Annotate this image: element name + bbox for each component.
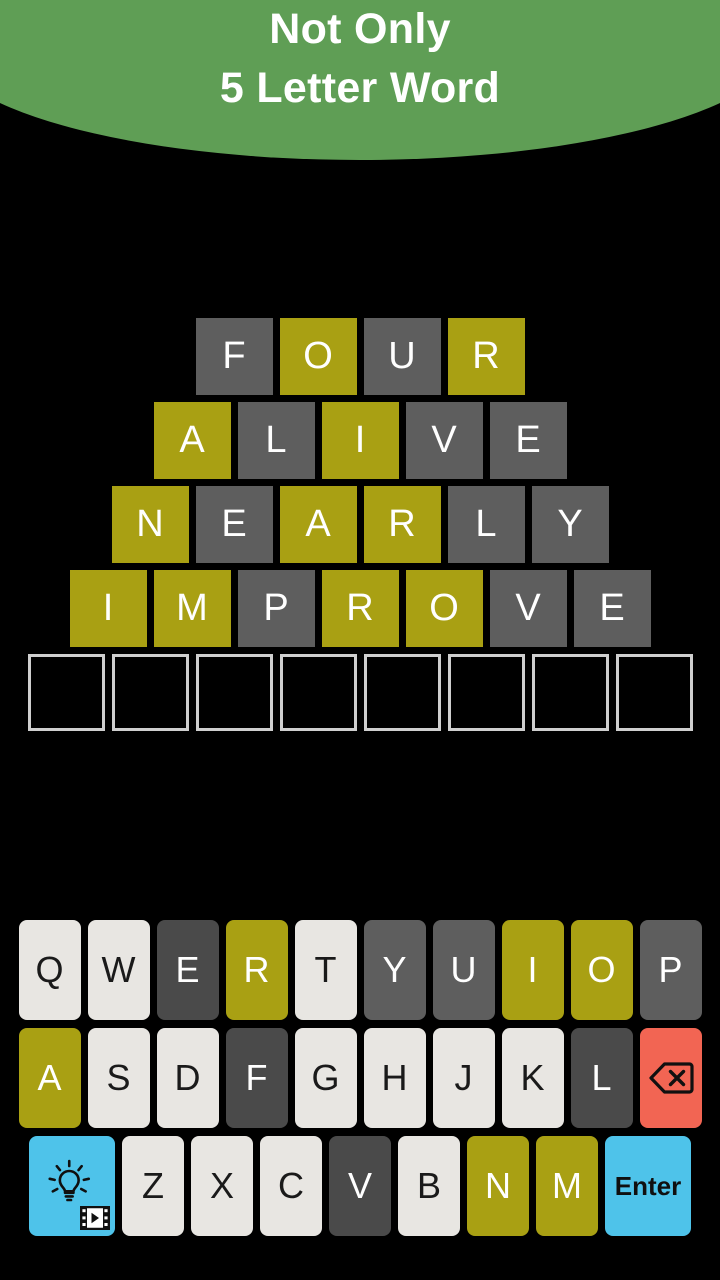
key-n[interactable]: N xyxy=(467,1136,529,1236)
board-tile-empty xyxy=(363,654,441,731)
hint-key[interactable] xyxy=(29,1136,115,1236)
on-screen-keyboard: Q W E R T Y U I O P A S D F G H J K L Z X C V B N M Enter xyxy=(0,920,720,1236)
key-b[interactable]: B xyxy=(398,1136,460,1236)
board-tile: O xyxy=(279,318,357,395)
board-tile: P xyxy=(237,570,315,647)
board-tile-empty xyxy=(111,654,189,731)
board-tile-empty xyxy=(27,654,105,731)
key-l[interactable]: L xyxy=(570,1028,633,1128)
board-tile: I xyxy=(69,570,147,647)
page-title: Not Only 5 Letter Word xyxy=(219,5,501,113)
key-f[interactable]: F xyxy=(225,1028,288,1128)
board-row: NEARLY xyxy=(111,486,609,563)
board-tile: E xyxy=(195,486,273,563)
key-t[interactable]: T xyxy=(294,920,357,1020)
board-tile: M xyxy=(153,570,231,647)
board-tile: U xyxy=(363,318,441,395)
board-tile: N xyxy=(111,486,189,563)
board-row xyxy=(27,654,693,731)
key-c[interactable]: C xyxy=(260,1136,322,1236)
board-tile: V xyxy=(405,402,483,479)
key-j[interactable]: J xyxy=(432,1028,495,1128)
key-q[interactable]: Q xyxy=(18,920,81,1020)
board-tile: V xyxy=(489,570,567,647)
board-tile: Y xyxy=(531,486,609,563)
enter-key[interactable]: Enter xyxy=(605,1136,691,1236)
board-row: ALIVE xyxy=(153,402,567,479)
key-p[interactable]: P xyxy=(639,920,702,1020)
word-board: FOURALIVENEARLYIMPROVE xyxy=(0,318,720,731)
key-y[interactable]: Y xyxy=(363,920,426,1020)
keyboard-row: Z X C V B N M Enter xyxy=(29,1136,691,1236)
key-d[interactable]: D xyxy=(156,1028,219,1128)
board-tile: A xyxy=(153,402,231,479)
key-w[interactable]: W xyxy=(87,920,150,1020)
board-tile-empty xyxy=(279,654,357,731)
key-z[interactable]: Z xyxy=(122,1136,184,1236)
board-tile-empty xyxy=(195,654,273,731)
board-tile: O xyxy=(405,570,483,647)
key-s[interactable]: S xyxy=(87,1028,150,1128)
backspace-key[interactable] xyxy=(639,1028,702,1128)
key-r[interactable]: R xyxy=(225,920,288,1020)
keyboard-row: ASDFGHJKL xyxy=(18,1028,702,1128)
board-row: IMPROVE xyxy=(69,570,651,647)
key-e[interactable]: E xyxy=(156,920,219,1020)
key-x[interactable]: X xyxy=(191,1136,253,1236)
key-i[interactable]: I xyxy=(501,920,564,1020)
board-tile: E xyxy=(573,570,651,647)
key-g[interactable]: G xyxy=(294,1028,357,1128)
key-u[interactable]: U xyxy=(432,920,495,1020)
board-tile: F xyxy=(195,318,273,395)
board-tile-empty xyxy=(615,654,693,731)
board-tile: L xyxy=(447,486,525,563)
board-tile: R xyxy=(363,486,441,563)
board-tile: E xyxy=(489,402,567,479)
video-film-icon xyxy=(80,1206,110,1230)
key-v[interactable]: V xyxy=(329,1136,391,1236)
board-tile: I xyxy=(321,402,399,479)
app-header: Not Only 5 Letter Word xyxy=(0,0,720,160)
board-tile-empty xyxy=(447,654,525,731)
board-tile-empty xyxy=(531,654,609,731)
key-a[interactable]: A xyxy=(18,1028,81,1128)
key-h[interactable]: H xyxy=(363,1028,426,1128)
board-tile: L xyxy=(237,402,315,479)
keyboard-row: QWERTYUIOP xyxy=(18,920,702,1020)
key-k[interactable]: K xyxy=(501,1028,564,1128)
lightbulb-icon xyxy=(48,1159,91,1202)
board-row: FOUR xyxy=(195,318,525,395)
key-m[interactable]: M xyxy=(536,1136,598,1236)
backspace-icon xyxy=(648,1062,694,1094)
board-tile: A xyxy=(279,486,357,563)
board-tile: R xyxy=(321,570,399,647)
board-tile: R xyxy=(447,318,525,395)
key-o[interactable]: O xyxy=(570,920,633,1020)
